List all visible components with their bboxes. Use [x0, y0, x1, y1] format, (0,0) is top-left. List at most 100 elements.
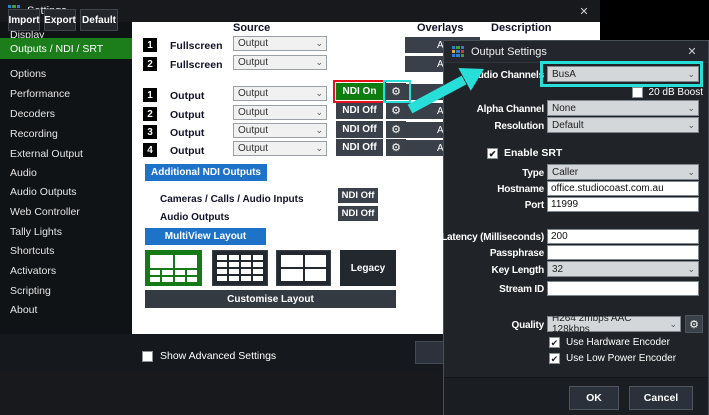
- output-2-source-dropdown[interactable]: Output⌄: [233, 105, 327, 120]
- alpha-channel-label: Alpha Channel: [444, 102, 544, 116]
- output-2-ndi-toggle[interactable]: NDI Off: [336, 102, 383, 119]
- output-4-settings-gear-icon[interactable]: ⚙: [386, 139, 406, 156]
- chevron-down-icon: ⌄: [315, 57, 323, 68]
- audio-channels-dropdown[interactable]: BusA⌄: [547, 66, 699, 82]
- chevron-down-icon: ⌄: [687, 167, 695, 178]
- output-2-label: Output: [170, 109, 204, 121]
- show-advanced-settings-row: Show Advanced Settings: [142, 350, 276, 362]
- chevron-down-icon: ⌄: [315, 88, 323, 99]
- sidebar-item-scripting[interactable]: Scripting: [0, 281, 132, 301]
- sidebar-item-shortcuts[interactable]: Shortcuts: [0, 241, 132, 261]
- layout-preview-2: [217, 255, 263, 281]
- sidebar-item-outputs-ndi-srt[interactable]: Outputs / NDI / SRT: [0, 38, 132, 59]
- low-power-encoder-checkbox[interactable]: ✔: [549, 353, 560, 364]
- fullscreen-2-source-dropdown[interactable]: Output⌄: [233, 55, 327, 70]
- import-button[interactable]: Import: [8, 9, 40, 31]
- quality-dropdown[interactable]: H264 2mbps AAC 128kbps⌄: [547, 316, 681, 332]
- customise-layout-button[interactable]: Customise Layout: [145, 290, 396, 308]
- hostname-label: Hostname: [444, 182, 544, 196]
- key-length-dropdown[interactable]: 32⌄: [547, 261, 699, 277]
- legacy-layout-button[interactable]: Legacy: [340, 250, 396, 286]
- sidebar-item-web-controller[interactable]: Web Controller: [0, 202, 132, 222]
- output-4-ndi-toggle[interactable]: NDI Off: [336, 139, 383, 156]
- sidebar-item-audio-outputs[interactable]: Audio Outputs: [0, 182, 132, 202]
- multiview-layout-button[interactable]: MultiView Layout: [145, 228, 266, 245]
- dialog-close-icon[interactable]: ✕: [684, 45, 700, 58]
- sidebar-item-decoders[interactable]: Decoders: [0, 104, 132, 124]
- cameras-ndi-toggle[interactable]: NDI Off: [338, 188, 378, 203]
- enable-srt-label: Enable SRT: [504, 147, 562, 159]
- chevron-down-icon: ⌄: [687, 103, 695, 114]
- multiview-layout-option-1[interactable]: [145, 250, 202, 286]
- dialog-title: Output Settings: [471, 46, 684, 58]
- stream-id-label: Stream ID: [444, 282, 544, 296]
- settings-close-icon[interactable]: ✕: [576, 5, 592, 18]
- output-settings-dialog: Output Settings ✕ Audio Channels BusA⌄ 2…: [443, 40, 709, 415]
- cameras-calls-audio-inputs-label: Cameras / Calls / Audio Inputs: [160, 194, 304, 205]
- port-input[interactable]: [547, 197, 699, 212]
- output-3-ndi-toggle[interactable]: NDI Off: [336, 121, 383, 138]
- show-advanced-settings-label: Show Advanced Settings: [160, 350, 276, 362]
- latency-input[interactable]: [547, 229, 699, 244]
- audio-outputs-ndi-toggle[interactable]: NDI Off: [338, 206, 378, 221]
- output-4-source-dropdown[interactable]: Output⌄: [233, 141, 327, 156]
- sidebar-item-audio[interactable]: Audio: [0, 163, 132, 183]
- output-4-label: Output: [170, 145, 204, 157]
- quality-settings-gear-icon[interactable]: ⚙: [685, 315, 703, 333]
- sidebar-item-options[interactable]: Options: [0, 64, 132, 84]
- fullscreen-1-source-dropdown[interactable]: Output⌄: [233, 36, 327, 51]
- latency-label: Latency (Milliseconds): [444, 230, 544, 244]
- source-column-header: Source: [233, 22, 270, 34]
- stream-id-input[interactable]: [547, 281, 699, 296]
- passphrase-input[interactable]: [547, 245, 699, 260]
- settings-sidebar: Display Outputs / NDI / SRT Options Perf…: [0, 22, 132, 334]
- dialog-titlebar: Output Settings ✕: [444, 41, 708, 63]
- srt-type-dropdown[interactable]: Caller⌄: [547, 164, 699, 180]
- ok-button[interactable]: OK: [569, 386, 619, 410]
- resolution-label: Resolution: [444, 119, 544, 133]
- additional-ndi-outputs-button[interactable]: Additional NDI Outputs: [145, 164, 267, 181]
- chevron-down-icon: ⌄: [687, 264, 695, 275]
- sidebar-item-tally-lights[interactable]: Tally Lights: [0, 222, 132, 242]
- sidebar-item-activators[interactable]: Activators: [0, 261, 132, 281]
- chevron-down-icon: ⌄: [669, 319, 677, 330]
- output-1-settings-gear-icon[interactable]: ⚙: [386, 83, 406, 100]
- output-2-settings-gear-icon[interactable]: ⚙: [386, 102, 406, 119]
- output-3-number: 3: [143, 125, 157, 139]
- show-advanced-settings-checkbox[interactable]: [142, 351, 153, 362]
- chevron-down-icon: ⌄: [315, 143, 323, 154]
- default-button[interactable]: Default: [80, 9, 118, 31]
- hardware-encoder-checkbox[interactable]: ✔: [549, 337, 560, 348]
- sidebar-item-recording[interactable]: Recording: [0, 124, 132, 144]
- sidebar-item-external-output[interactable]: External Output: [0, 144, 132, 164]
- low-power-encoder-label: Use Low Power Encoder: [566, 353, 676, 364]
- overlays-column-header: Overlays: [417, 22, 463, 34]
- output-1-source-dropdown[interactable]: Output⌄: [233, 86, 327, 101]
- export-button[interactable]: Export: [44, 9, 76, 31]
- vmix-logo-icon: [452, 46, 464, 58]
- chevron-down-icon: ⌄: [687, 69, 695, 80]
- hostname-input[interactable]: [547, 181, 699, 196]
- sidebar-item-performance[interactable]: Performance: [0, 84, 132, 104]
- output-2-number: 2: [143, 107, 157, 121]
- fullscreen-1-number: 1: [143, 38, 157, 52]
- hardware-encoder-row: ✔ Use Hardware Encoder: [549, 337, 670, 348]
- alpha-channel-dropdown[interactable]: None⌄: [547, 100, 699, 116]
- multiview-layout-option-3[interactable]: [276, 250, 331, 286]
- fullscreen-1-label: Fullscreen: [170, 40, 223, 52]
- boost-row: 20 dB Boost: [547, 87, 703, 98]
- key-length-label: Key Length: [444, 263, 544, 277]
- description-column-header: Description: [491, 22, 552, 34]
- port-label: Port: [444, 198, 544, 212]
- screen: Settings ✕ Display Outputs / NDI / SRT O…: [0, 0, 709, 415]
- sidebar-item-about[interactable]: About: [0, 300, 132, 320]
- boost-checkbox[interactable]: [632, 87, 643, 98]
- cancel-button[interactable]: Cancel: [629, 386, 693, 410]
- output-3-source-dropdown[interactable]: Output⌄: [233, 123, 327, 138]
- resolution-dropdown[interactable]: Default⌄: [547, 117, 699, 133]
- dialog-footer: OK Cancel: [444, 377, 708, 415]
- enable-srt-checkbox[interactable]: ✔: [487, 148, 498, 159]
- multiview-layout-option-2[interactable]: [212, 250, 268, 286]
- output-1-ndi-toggle[interactable]: NDI On: [336, 83, 383, 100]
- output-3-settings-gear-icon[interactable]: ⚙: [386, 121, 406, 138]
